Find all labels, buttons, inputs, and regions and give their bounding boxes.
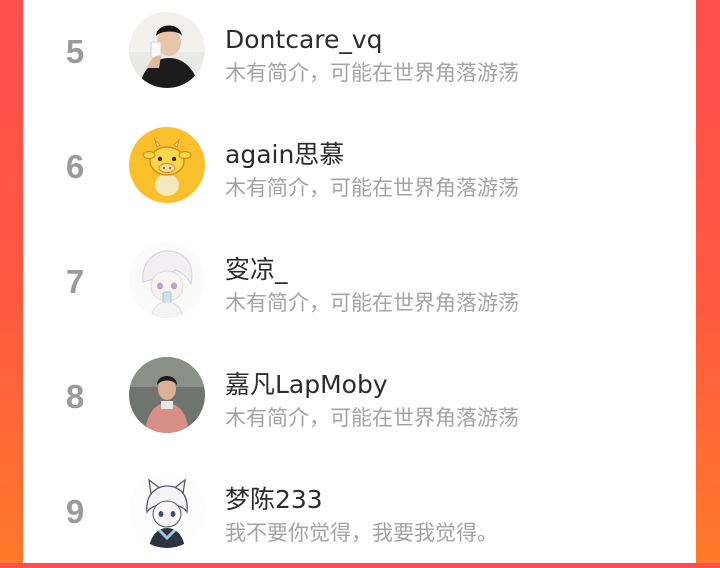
man-pink-sweater-photo-avatar bbox=[129, 357, 205, 433]
cartoon-cow-avatar bbox=[129, 127, 205, 203]
user-name[interactable]: 叜凉_ bbox=[225, 254, 288, 286]
user-avatar[interactable] bbox=[129, 357, 205, 433]
user-avatar[interactable] bbox=[129, 127, 205, 203]
user-avatar[interactable] bbox=[129, 12, 205, 88]
user-avatar[interactable] bbox=[129, 472, 205, 548]
man-drinking-photo-avatar bbox=[129, 12, 205, 88]
anime-boy-sketch-avatar bbox=[129, 242, 205, 318]
list-item[interactable]: 9 梦陈233 我不要你觉得，我要我觉得。 bbox=[23, 458, 696, 568]
rank-number: 8 bbox=[65, 378, 85, 415]
list-item[interactable]: 8 嘉凡LapMoby 木有简介，可能在世界角落游荡 bbox=[23, 343, 696, 453]
list-item[interactable]: 7 叜凉_ 木有简介，可能在世界角落游荡 bbox=[23, 228, 696, 338]
user-name[interactable]: Dontcare_vq bbox=[225, 24, 383, 56]
list-item[interactable]: 5 Dontcare_vq 木有简介，可能在世界角落游荡 bbox=[23, 0, 696, 108]
rank-number: 6 bbox=[65, 148, 85, 185]
user-bio: 木有简介，可能在世界角落游荡 bbox=[225, 406, 519, 430]
anime-cat-boy-avatar bbox=[129, 472, 205, 548]
user-name[interactable]: again思慕 bbox=[225, 139, 344, 171]
user-name[interactable]: 嘉凡LapMoby bbox=[225, 369, 388, 401]
user-name[interactable]: 梦陈233 bbox=[225, 484, 323, 516]
user-bio: 我不要你觉得，我要我觉得。 bbox=[225, 521, 498, 545]
ranking-list: 5 Dontcare_vq 木有简介，可能在世界角落游荡 6 again思慕 木… bbox=[23, 0, 696, 563]
rank-number: 9 bbox=[65, 493, 85, 530]
rank-number: 7 bbox=[65, 263, 85, 300]
rank-number: 5 bbox=[65, 33, 85, 70]
user-bio: 木有简介，可能在世界角落游荡 bbox=[225, 291, 519, 315]
user-bio: 木有简介，可能在世界角落游荡 bbox=[225, 61, 519, 85]
user-avatar[interactable] bbox=[129, 242, 205, 318]
user-bio: 木有简介，可能在世界角落游荡 bbox=[225, 176, 519, 200]
list-item[interactable]: 6 again思慕 木有简介，可能在世界角落游荡 bbox=[23, 113, 696, 223]
